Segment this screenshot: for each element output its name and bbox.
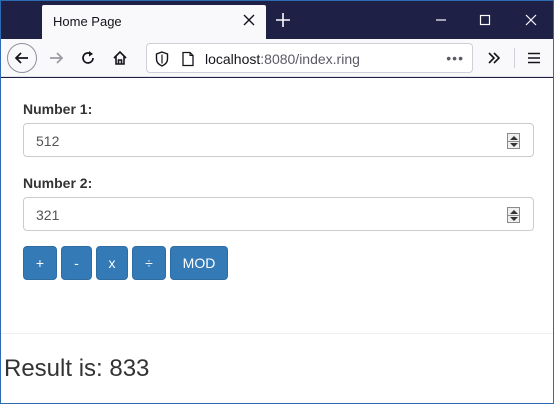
tracking-shield-icon[interactable] [155,51,169,67]
add-button[interactable]: + [23,246,57,280]
toolbar-separator [514,48,515,68]
spin-up-icon[interactable] [510,136,518,140]
number1-input[interactable]: 512 [23,123,534,157]
number2-value: 321 [36,207,60,223]
home-button[interactable] [105,43,135,73]
subtract-button[interactable]: - [61,246,92,280]
mod-button[interactable]: MOD [170,246,228,280]
back-button[interactable] [7,43,37,73]
number1-label: Number 1: [23,101,93,117]
tab-strip: Home Page [1,1,553,39]
url-text[interactable]: localhost:8080/index.ring [205,51,360,67]
divide-button[interactable]: ÷ [132,246,166,280]
url-path: :8080/index.ring [260,51,360,67]
navigation-bar: localhost:8080/index.ring ••• [1,39,553,77]
minimize-icon[interactable] [431,10,451,30]
close-window-icon[interactable] [521,10,541,30]
reload-button[interactable] [73,43,103,73]
number1-spinner[interactable] [507,133,520,149]
number1-value: 512 [36,133,60,149]
forward-button[interactable] [41,43,71,73]
multiply-button[interactable]: x [96,246,128,280]
close-tab-icon[interactable] [242,13,256,27]
horizontal-rule [1,333,553,334]
spin-down-icon[interactable] [510,143,518,147]
url-bar[interactable]: localhost:8080/index.ring ••• [146,43,473,73]
page-content: Number 1: 512 Number 2: 321 + - x ÷ MOD … [1,78,553,403]
number2-label: Number 2: [23,175,93,191]
hamburger-menu-icon[interactable] [519,43,549,73]
number2-spinner[interactable] [507,207,520,223]
url-host: localhost [205,51,261,67]
browser-window: Home Page localhost:8080/index.ring ••• … [0,0,554,404]
number2-input[interactable]: 321 [23,197,534,231]
spinner-divider [508,215,519,216]
page-actions-menu-icon[interactable]: ••• [446,50,464,66]
tab-title: Home Page [53,14,122,29]
spin-up-icon[interactable] [510,210,518,214]
spinner-divider [508,141,519,142]
new-tab-icon[interactable] [273,10,293,30]
maximize-icon[interactable] [475,10,495,30]
page-info-icon[interactable] [181,51,195,67]
tab-home-page[interactable]: Home Page [42,5,266,39]
result-text: Result is: 833 [4,355,150,382]
spin-down-icon[interactable] [510,217,518,221]
overflow-chevron-icon[interactable] [479,43,509,73]
